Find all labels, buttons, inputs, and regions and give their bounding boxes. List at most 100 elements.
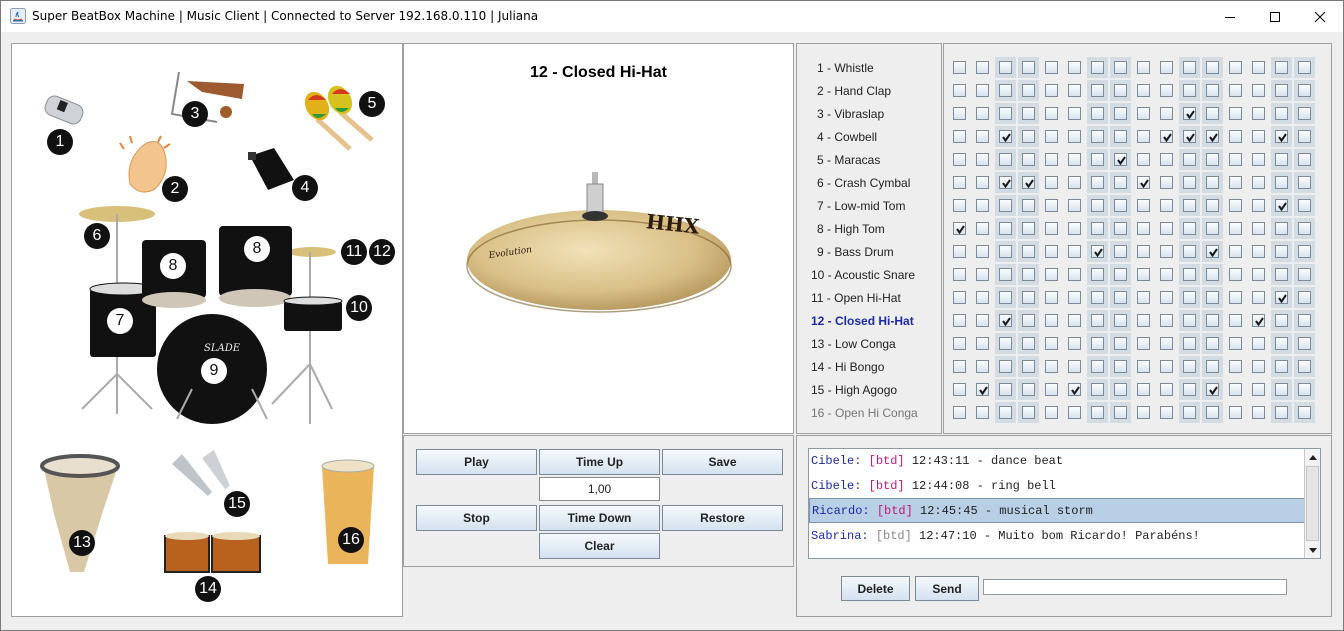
beat-checkbox-r2-c4[interactable] xyxy=(1022,84,1035,97)
beat-checkbox-r1-c13[interactable] xyxy=(1229,61,1242,74)
beat-checkbox-r11-c11[interactable] xyxy=(1183,291,1196,304)
beat-checkbox-r3-c3[interactable] xyxy=(999,107,1012,120)
beat-checkbox-r3-c1[interactable] xyxy=(953,107,966,120)
scrollbar-thumb[interactable] xyxy=(1306,466,1319,541)
beat-checkbox-r1-c8[interactable] xyxy=(1114,61,1127,74)
chat-message[interactable]: Ricardo: [btd] 12:45:45 - musical storm xyxy=(809,498,1306,523)
play-button[interactable]: Play xyxy=(416,449,537,475)
instrument-label-14[interactable]: 14 - Hi Bongo xyxy=(811,360,884,374)
beat-checkbox-r1-c4[interactable] xyxy=(1022,61,1035,74)
beat-checkbox-r1-c12[interactable] xyxy=(1206,61,1219,74)
instrument-label-11[interactable]: 11 - Open Hi-Hat xyxy=(811,291,901,305)
beat-checkbox-r16-c11[interactable] xyxy=(1183,406,1196,419)
beat-checkbox-r10-c5[interactable] xyxy=(1045,268,1058,281)
beat-checkbox-r3-c2[interactable] xyxy=(976,107,989,120)
beat-checkbox-r3-c10[interactable] xyxy=(1160,107,1173,120)
beat-checkbox-r11-c1[interactable] xyxy=(953,291,966,304)
scroll-up-button[interactable] xyxy=(1305,449,1320,465)
beat-checkbox-r3-c13[interactable] xyxy=(1229,107,1242,120)
beat-checkbox-r9-c2[interactable] xyxy=(976,245,989,258)
beat-checkbox-r4-c1[interactable] xyxy=(953,130,966,143)
beat-checkbox-r13-c4[interactable] xyxy=(1022,337,1035,350)
beat-checkbox-r2-c2[interactable] xyxy=(976,84,989,97)
beat-checkbox-r15-c10[interactable] xyxy=(1160,383,1173,396)
save-button[interactable]: Save xyxy=(662,449,783,475)
beat-checkbox-r14-c15[interactable] xyxy=(1275,360,1288,373)
message-list[interactable]: Cibele: [btd] 12:43:11 - dance beat Cibel… xyxy=(808,448,1321,559)
beat-checkbox-r12-c2[interactable] xyxy=(976,314,989,327)
instrument-label-6[interactable]: 6 - Crash Cymbal xyxy=(817,176,910,190)
beat-checkbox-r14-c6[interactable] xyxy=(1068,360,1081,373)
beat-checkbox-r3-c7[interactable] xyxy=(1091,107,1104,120)
beat-checkbox-r4-c8[interactable] xyxy=(1114,130,1127,143)
beat-checkbox-r1-c2[interactable] xyxy=(976,61,989,74)
beat-checkbox-r13-c1[interactable] xyxy=(953,337,966,350)
beat-checkbox-r10-c9[interactable] xyxy=(1137,268,1150,281)
beat-checkbox-r6-c9[interactable] xyxy=(1137,176,1150,189)
beat-checkbox-r3-c5[interactable] xyxy=(1045,107,1058,120)
beat-checkbox-r16-c12[interactable] xyxy=(1206,406,1219,419)
beat-checkbox-r9-c6[interactable] xyxy=(1068,245,1081,258)
scroll-down-button[interactable] xyxy=(1305,542,1320,558)
beat-checkbox-r13-c13[interactable] xyxy=(1229,337,1242,350)
beat-checkbox-r14-c13[interactable] xyxy=(1229,360,1242,373)
delete-button[interactable]: Delete xyxy=(841,576,910,601)
instrument-label-2[interactable]: 2 - Hand Clap xyxy=(817,84,891,98)
beat-checkbox-r2-c1[interactable] xyxy=(953,84,966,97)
instrument-label-5[interactable]: 5 - Maracas xyxy=(817,153,880,167)
beat-checkbox-r13-c8[interactable] xyxy=(1114,337,1127,350)
beat-checkbox-r16-c16[interactable] xyxy=(1298,406,1311,419)
beat-checkbox-r15-c4[interactable] xyxy=(1022,383,1035,396)
beat-checkbox-r11-c3[interactable] xyxy=(999,291,1012,304)
beat-checkbox-r4-c7[interactable] xyxy=(1091,130,1104,143)
beat-checkbox-r12-c10[interactable] xyxy=(1160,314,1173,327)
beat-checkbox-r5-c9[interactable] xyxy=(1137,153,1150,166)
beat-checkbox-r15-c13[interactable] xyxy=(1229,383,1242,396)
beat-checkbox-r11-c4[interactable] xyxy=(1022,291,1035,304)
beat-checkbox-r16-c4[interactable] xyxy=(1022,406,1035,419)
message-list-scrollbar[interactable] xyxy=(1304,449,1320,558)
beat-checkbox-r8-c9[interactable] xyxy=(1137,222,1150,235)
instrument-label-4[interactable]: 4 - Cowbell xyxy=(817,130,877,144)
beat-checkbox-r11-c16[interactable] xyxy=(1298,291,1311,304)
beat-checkbox-r5-c4[interactable] xyxy=(1022,153,1035,166)
beat-checkbox-r13-c15[interactable] xyxy=(1275,337,1288,350)
beat-checkbox-r14-c5[interactable] xyxy=(1045,360,1058,373)
beat-checkbox-r9-c10[interactable] xyxy=(1160,245,1173,258)
beat-checkbox-r7-c14[interactable] xyxy=(1252,199,1265,212)
beat-checkbox-r14-c10[interactable] xyxy=(1160,360,1173,373)
beat-checkbox-r8-c6[interactable] xyxy=(1068,222,1081,235)
beat-checkbox-r7-c8[interactable] xyxy=(1114,199,1127,212)
beat-checkbox-r5-c7[interactable] xyxy=(1091,153,1104,166)
beat-checkbox-r9-c11[interactable] xyxy=(1183,245,1196,258)
chat-message-input[interactable] xyxy=(983,579,1287,595)
beat-checkbox-r15-c2[interactable] xyxy=(976,383,989,396)
beat-checkbox-r8-c4[interactable] xyxy=(1022,222,1035,235)
beat-checkbox-r15-c6[interactable] xyxy=(1068,383,1081,396)
beat-checkbox-r9-c7[interactable] xyxy=(1091,245,1104,258)
beat-checkbox-r4-c11[interactable] xyxy=(1183,130,1196,143)
beat-checkbox-r1-c14[interactable] xyxy=(1252,61,1265,74)
beat-checkbox-r3-c4[interactable] xyxy=(1022,107,1035,120)
beat-checkbox-r16-c8[interactable] xyxy=(1114,406,1127,419)
beat-checkbox-r2-c15[interactable] xyxy=(1275,84,1288,97)
beat-checkbox-r6-c11[interactable] xyxy=(1183,176,1196,189)
beat-checkbox-r13-c3[interactable] xyxy=(999,337,1012,350)
beat-checkbox-r1-c6[interactable] xyxy=(1068,61,1081,74)
maximize-button[interactable] xyxy=(1252,1,1298,32)
beat-checkbox-r7-c10[interactable] xyxy=(1160,199,1173,212)
beat-checkbox-r13-c9[interactable] xyxy=(1137,337,1150,350)
beat-checkbox-r8-c13[interactable] xyxy=(1229,222,1242,235)
beat-checkbox-r10-c12[interactable] xyxy=(1206,268,1219,281)
beat-checkbox-r7-c3[interactable] xyxy=(999,199,1012,212)
beat-checkbox-r6-c8[interactable] xyxy=(1114,176,1127,189)
beat-checkbox-r8-c11[interactable] xyxy=(1183,222,1196,235)
beat-checkbox-r1-c15[interactable] xyxy=(1275,61,1288,74)
beat-checkbox-r14-c2[interactable] xyxy=(976,360,989,373)
beat-checkbox-r14-c3[interactable] xyxy=(999,360,1012,373)
instrument-label-12[interactable]: 12 - Closed Hi-Hat xyxy=(811,314,914,328)
beat-checkbox-r15-c7[interactable] xyxy=(1091,383,1104,396)
beat-checkbox-r9-c14[interactable] xyxy=(1252,245,1265,258)
beat-checkbox-r9-c5[interactable] xyxy=(1045,245,1058,258)
beat-checkbox-r7-c11[interactable] xyxy=(1183,199,1196,212)
